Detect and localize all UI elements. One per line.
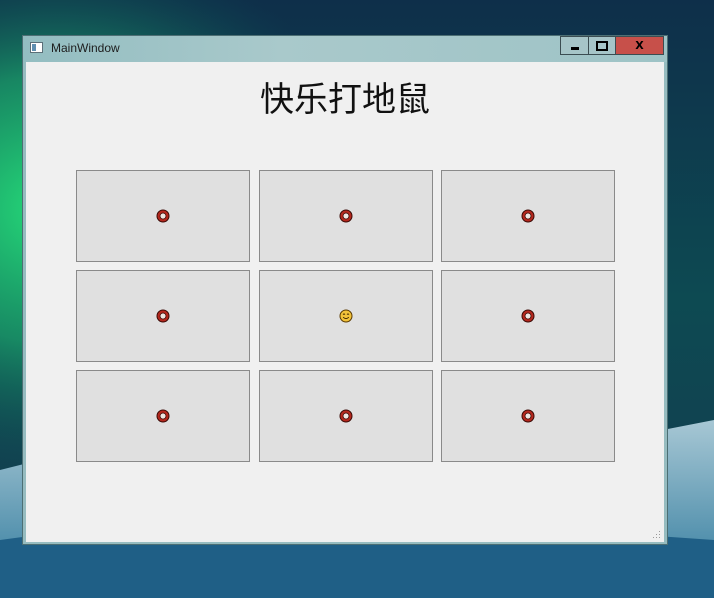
ring-icon (521, 309, 535, 323)
hole-button[interactable] (441, 170, 615, 262)
ring-icon (156, 309, 170, 323)
resize-grip-icon[interactable] (652, 530, 661, 539)
ring-icon (156, 409, 170, 423)
title-bar[interactable]: MainWindow X (23, 36, 667, 62)
minimize-icon (570, 47, 579, 50)
game-title: 快乐打地鼠 (260, 80, 430, 120)
main-window: MainWindow X 快乐打地鼠 (22, 35, 668, 545)
hole-button[interactable] (441, 370, 615, 462)
close-button[interactable]: X (615, 36, 664, 55)
hole-button[interactable] (441, 270, 615, 362)
ring-icon (339, 209, 353, 223)
smiley-mole-icon (339, 309, 353, 323)
ring-icon (156, 209, 170, 223)
hole-button[interactable] (259, 270, 433, 362)
close-icon: X (635, 39, 644, 52)
maximize-button[interactable] (588, 36, 616, 55)
hole-button[interactable] (259, 170, 433, 262)
window-title: MainWindow (51, 41, 120, 55)
client-area: 快乐打地鼠 (26, 62, 664, 542)
window-app-icon (30, 42, 43, 53)
ring-icon (339, 409, 353, 423)
hole-button[interactable] (76, 170, 250, 262)
hole-button[interactable] (76, 370, 250, 462)
ring-icon (521, 409, 535, 423)
hole-button[interactable] (76, 270, 250, 362)
hole-button[interactable] (259, 370, 433, 462)
ring-icon (521, 209, 535, 223)
minimize-button[interactable] (560, 36, 589, 55)
maximize-icon (596, 40, 608, 51)
